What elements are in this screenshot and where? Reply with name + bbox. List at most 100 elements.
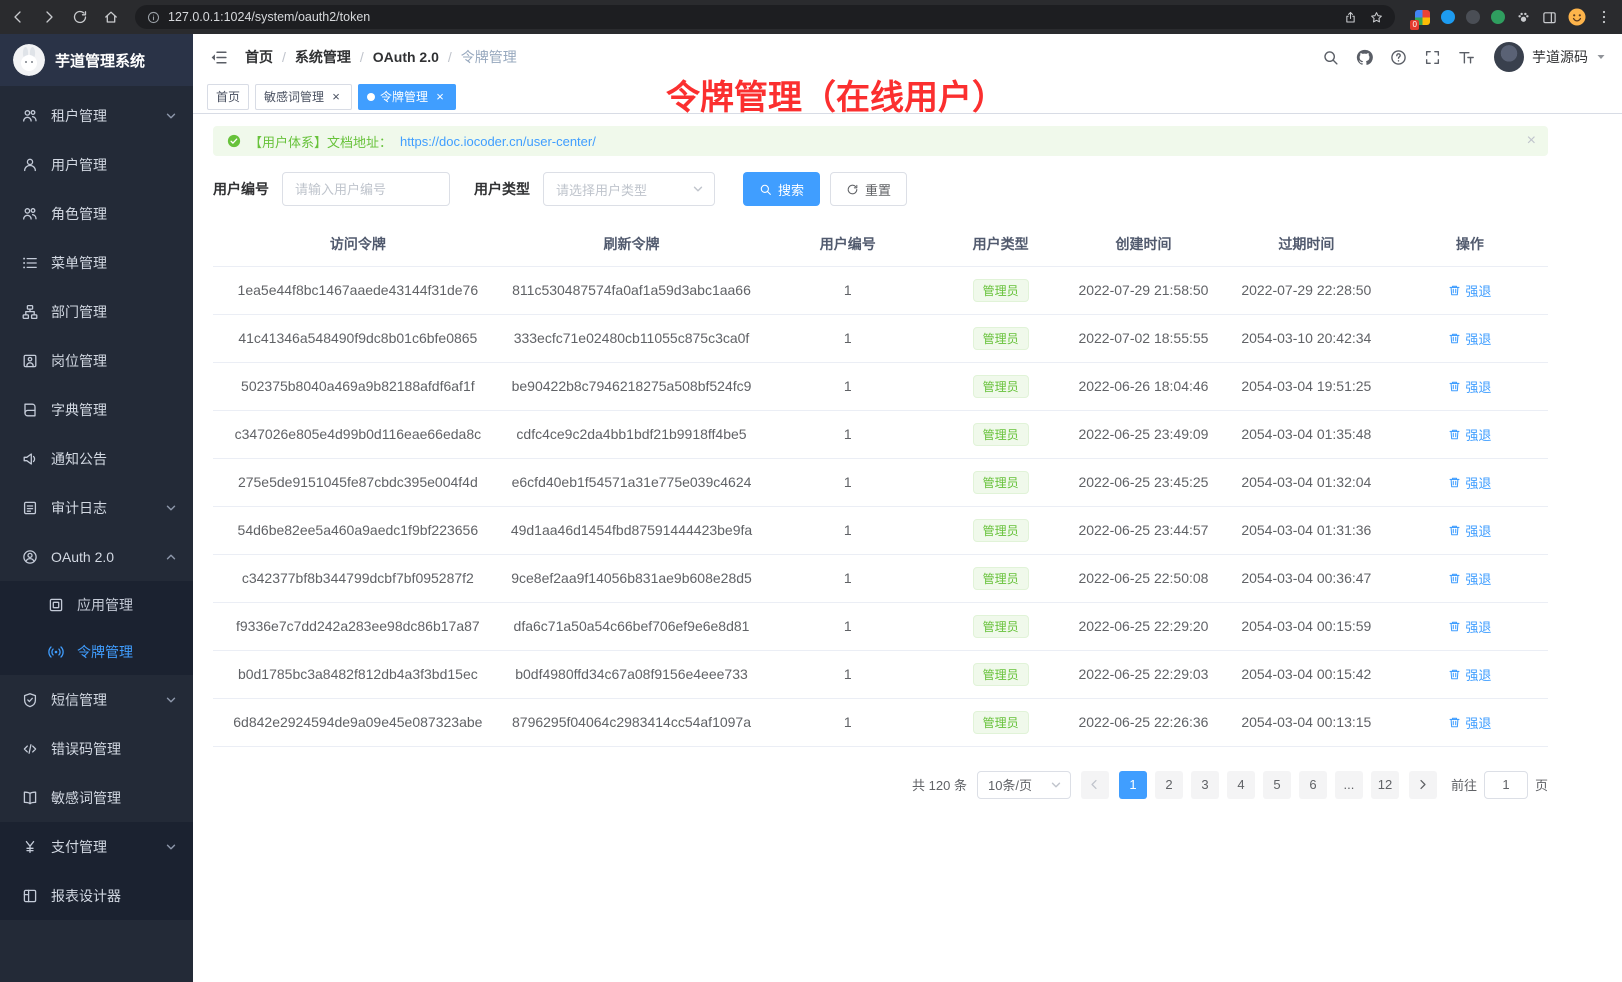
cell-user-type: 管理员 bbox=[935, 506, 1066, 554]
page-button-6[interactable]: 6 bbox=[1299, 771, 1327, 799]
page-button-3[interactable]: 3 bbox=[1191, 771, 1219, 799]
table-row: 502375b8040a469a9b82188afdf6af1fbe90422b… bbox=[213, 362, 1548, 410]
user-type-select[interactable]: 请选择用户类型 bbox=[543, 172, 715, 206]
back-icon[interactable] bbox=[10, 9, 26, 25]
cell-refresh-token: 811c530487574fa0af1a59d3abc1aa66 bbox=[503, 266, 761, 314]
forward-icon[interactable] bbox=[41, 9, 57, 25]
extensions-grid-icon[interactable]: 0 bbox=[1415, 10, 1430, 25]
pagination-more-button[interactable]: ... bbox=[1335, 771, 1363, 799]
extension-paw-icon[interactable] bbox=[1516, 10, 1531, 25]
breadcrumb-item[interactable]: OAuth 2.0 bbox=[373, 49, 439, 65]
force-logout-button[interactable]: 强退 bbox=[1448, 665, 1491, 684]
page-button-2[interactable]: 2 bbox=[1155, 771, 1183, 799]
sidebar-item-label: 通知公告 bbox=[51, 449, 177, 469]
cell-refresh-token: 9ce8ef2aa9f14056b831ae9b608e28d5 bbox=[503, 554, 761, 602]
force-logout-button[interactable]: 强退 bbox=[1448, 521, 1491, 540]
sidebar-item-tenant[interactable]: 租户管理 bbox=[0, 91, 193, 140]
breadcrumb-item[interactable]: 首页 bbox=[245, 47, 273, 67]
user-menu[interactable]: 芋道源码 bbox=[1494, 42, 1606, 72]
goto-input[interactable] bbox=[1484, 771, 1528, 799]
caret-down-icon bbox=[1596, 52, 1606, 62]
doc-link[interactable]: https://doc.iocoder.cn/user-center/ bbox=[400, 134, 596, 149]
sidebar-item-menu[interactable]: 菜单管理 bbox=[0, 238, 193, 287]
cell-expire-time: 2054-03-04 01:31:36 bbox=[1221, 506, 1392, 554]
next-page-button[interactable] bbox=[1409, 771, 1437, 799]
column-header: 过期时间 bbox=[1221, 222, 1392, 266]
refresh-icon[interactable] bbox=[72, 9, 88, 25]
close-icon[interactable]: × bbox=[329, 90, 343, 104]
sidebar-item-pay[interactable]: 支付管理 bbox=[0, 822, 193, 871]
sidebar-item-oauth2-app[interactable]: 应用管理 bbox=[0, 581, 193, 628]
url-text: 127.0.0.1:1024/system/oauth2/token bbox=[168, 10, 1336, 24]
force-logout-button[interactable]: 强退 bbox=[1448, 425, 1491, 444]
avatar-icon bbox=[22, 549, 38, 565]
sidebar-item-user[interactable]: 用户管理 bbox=[0, 140, 193, 189]
users-icon bbox=[22, 108, 38, 124]
fullscreen-icon[interactable] bbox=[1424, 49, 1441, 66]
page-button-4[interactable]: 4 bbox=[1227, 771, 1255, 799]
user-id-input[interactable] bbox=[282, 172, 450, 206]
tab-home[interactable]: 首页 bbox=[207, 84, 249, 110]
help-icon[interactable] bbox=[1390, 49, 1407, 66]
trash-icon bbox=[1448, 668, 1461, 681]
sidebar-item-notice[interactable]: 通知公告 bbox=[0, 434, 193, 483]
force-logout-label: 强退 bbox=[1465, 569, 1491, 588]
user-type-placeholder: 请选择用户类型 bbox=[556, 180, 647, 199]
sidebar-item-sms[interactable]: 短信管理 bbox=[0, 675, 193, 724]
column-header: 用户类型 bbox=[935, 222, 1066, 266]
force-logout-button[interactable]: 强退 bbox=[1448, 713, 1491, 732]
sidebar-item-sensitive-word[interactable]: 敏感词管理 bbox=[0, 773, 193, 822]
font-size-icon[interactable] bbox=[1458, 49, 1475, 66]
sidebar-item-dict[interactable]: 字典管理 bbox=[0, 385, 193, 434]
sidebar-item-audit-log[interactable]: 审计日志 bbox=[0, 483, 193, 532]
sidebar-item-dept[interactable]: 部门管理 bbox=[0, 287, 193, 336]
reset-button[interactable]: 重置 bbox=[830, 172, 907, 206]
home-icon[interactable] bbox=[103, 9, 119, 25]
alert-close-icon[interactable]: × bbox=[1527, 132, 1536, 150]
url-bar[interactable]: 127.0.0.1:1024/system/oauth2/token bbox=[135, 5, 1395, 29]
search-icon[interactable] bbox=[1322, 49, 1339, 66]
sidebar-item-oauth2[interactable]: OAuth 2.0 bbox=[0, 532, 193, 581]
share-icon[interactable] bbox=[1344, 11, 1357, 24]
table-row: 54d6be82ee5a460a9aedc1f9bf22365649d1aa46… bbox=[213, 506, 1548, 554]
force-logout-button[interactable]: 强退 bbox=[1448, 473, 1491, 492]
sidebar-item-post[interactable]: 岗位管理 bbox=[0, 336, 193, 385]
page-button-5[interactable]: 5 bbox=[1263, 771, 1291, 799]
cell-created-time: 2022-06-25 23:44:57 bbox=[1066, 506, 1221, 554]
page-button-12[interactable]: 12 bbox=[1371, 771, 1399, 799]
prev-page-button[interactable] bbox=[1081, 771, 1109, 799]
cell-refresh-token: dfa6c71a50a54c66bef706ef9e6e8d81 bbox=[503, 602, 761, 650]
breadcrumb-item[interactable]: 系统管理 bbox=[295, 47, 351, 67]
force-logout-button[interactable]: 强退 bbox=[1448, 617, 1491, 636]
close-icon[interactable]: × bbox=[433, 90, 447, 104]
extension-icon-dark[interactable] bbox=[1466, 10, 1480, 24]
sidebar-item-error-code[interactable]: 错误码管理 bbox=[0, 724, 193, 773]
list-icon bbox=[22, 255, 38, 271]
force-logout-label: 强退 bbox=[1465, 425, 1491, 444]
extension-icon-green[interactable] bbox=[1491, 10, 1505, 24]
browser-menu-icon[interactable] bbox=[1596, 9, 1612, 25]
side-panel-icon[interactable] bbox=[1542, 10, 1557, 25]
cell-user-type: 管理员 bbox=[935, 650, 1066, 698]
browser-profile-avatar[interactable] bbox=[1568, 8, 1586, 26]
column-header: 创建时间 bbox=[1066, 222, 1221, 266]
tab-sensitive-word[interactable]: 敏感词管理× bbox=[255, 84, 352, 110]
sidebar-item-report-designer[interactable]: 报表设计器 bbox=[0, 871, 193, 920]
extension-icon-blue[interactable] bbox=[1441, 10, 1455, 24]
sidebar-item-oauth2-token[interactable]: 令牌管理 bbox=[0, 628, 193, 675]
github-icon[interactable] bbox=[1356, 49, 1373, 66]
page-button-1[interactable]: 1 bbox=[1119, 771, 1147, 799]
app-logo[interactable]: 芋道管理系统 bbox=[0, 34, 193, 86]
sidebar-item-role[interactable]: 角色管理 bbox=[0, 189, 193, 238]
star-icon[interactable] bbox=[1370, 11, 1383, 24]
sidebar-toggle-icon[interactable] bbox=[209, 48, 228, 67]
force-logout-button[interactable]: 强退 bbox=[1448, 377, 1491, 396]
force-logout-button[interactable]: 强退 bbox=[1448, 281, 1491, 300]
tab-token[interactable]: 令牌管理× bbox=[358, 84, 456, 110]
page-size-select[interactable]: 10条/页 bbox=[977, 771, 1071, 799]
table-body: 1ea5e44f8bc1467aaede43144f31de76811c5304… bbox=[213, 266, 1548, 746]
force-logout-button[interactable]: 强退 bbox=[1448, 329, 1491, 348]
search-button[interactable]: 搜索 bbox=[743, 172, 820, 206]
force-logout-button[interactable]: 强退 bbox=[1448, 569, 1491, 588]
info-icon[interactable] bbox=[147, 11, 160, 24]
